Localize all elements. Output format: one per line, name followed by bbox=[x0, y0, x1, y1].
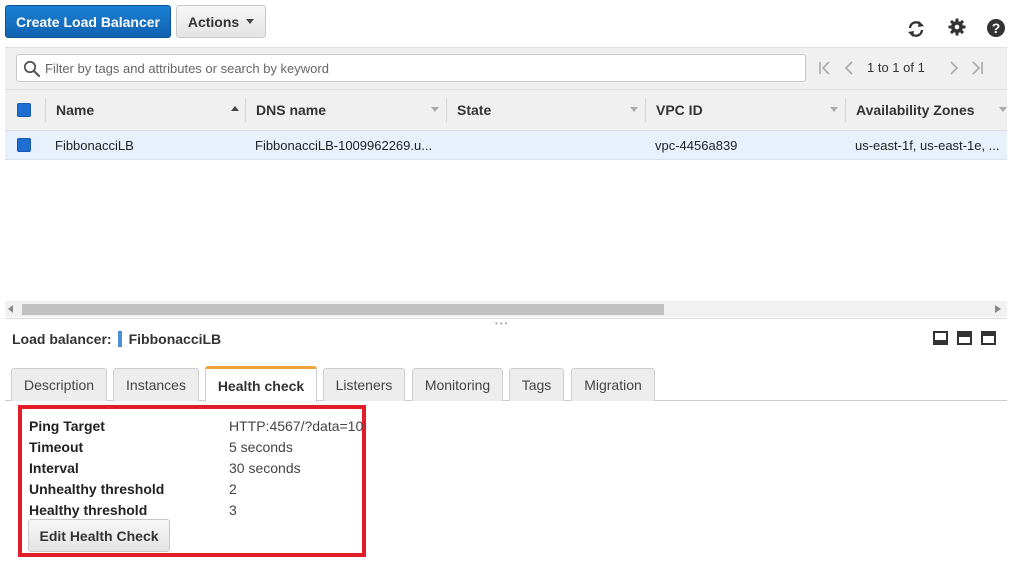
hc-label: Unhealthy threshold bbox=[29, 481, 165, 497]
column-header-state[interactable]: State bbox=[457, 90, 491, 130]
hc-value: 3 bbox=[229, 502, 237, 518]
table-row[interactable]: FibbonacciLB FibbonacciLB-1009962269.u..… bbox=[5, 131, 1007, 160]
cell-vpc-id: vpc-4456a839 bbox=[655, 137, 738, 153]
hc-value: HTTP:4567/?data=10 bbox=[229, 418, 364, 434]
health-check-row-unhealthy-threshold: Unhealthy threshold 2 bbox=[29, 479, 237, 499]
scrollbar-thumb[interactable] bbox=[22, 304, 664, 315]
health-check-row-healthy-threshold: Healthy threshold 3 bbox=[29, 500, 237, 520]
horizontal-scrollbar[interactable] bbox=[5, 301, 1007, 317]
sort-icon[interactable] bbox=[431, 107, 439, 112]
row-checkbox[interactable] bbox=[17, 131, 31, 159]
search-icon bbox=[23, 60, 41, 78]
toolbar: Create Load Balancer Actions ? bbox=[0, 0, 1013, 44]
hc-label: Ping Target bbox=[29, 418, 105, 434]
refresh-icon[interactable] bbox=[906, 19, 926, 39]
column-header-vpc-id[interactable]: VPC ID bbox=[656, 90, 703, 130]
hc-label: Timeout bbox=[29, 439, 84, 455]
cell-dns-name: FibbonacciLB-1009962269.u... bbox=[255, 137, 433, 153]
hc-value: 2 bbox=[229, 481, 237, 497]
sort-icon[interactable] bbox=[830, 107, 838, 112]
help-icon[interactable]: ? bbox=[986, 18, 1006, 38]
scroll-left-icon[interactable] bbox=[8, 305, 14, 313]
hc-value: 30 seconds bbox=[229, 460, 301, 476]
hc-label: Healthy threshold bbox=[29, 502, 148, 518]
cell-name: FibbonacciLB bbox=[55, 137, 134, 153]
previous-page-icon[interactable] bbox=[843, 58, 855, 78]
hc-value: 5 seconds bbox=[229, 439, 293, 455]
details-label: Load balancer: bbox=[12, 331, 112, 347]
tab-tags[interactable]: Tags bbox=[509, 368, 564, 401]
layout-bottom-icon[interactable] bbox=[933, 331, 948, 345]
tab-health-check[interactable]: Health check bbox=[205, 366, 317, 402]
tab-listeners[interactable]: Listeners bbox=[323, 368, 405, 401]
pagination-text: 1 to 1 of 1 bbox=[867, 60, 925, 75]
sort-ascending-icon[interactable] bbox=[231, 106, 239, 111]
first-page-icon[interactable] bbox=[818, 58, 832, 78]
tab-migration[interactable]: Migration bbox=[571, 368, 655, 401]
tab-monitoring[interactable]: Monitoring bbox=[412, 368, 503, 401]
column-header-availability-zones[interactable]: Availability Zones bbox=[856, 90, 975, 130]
pane-splitter[interactable]: ••• bbox=[5, 318, 1007, 328]
actions-button-label: Actions bbox=[187, 13, 240, 30]
next-page-icon[interactable] bbox=[948, 58, 960, 78]
details-title: Load balancer: FibbonacciLB bbox=[12, 330, 221, 348]
drag-handle-icon[interactable]: ••• bbox=[495, 319, 509, 328]
chevron-down-icon bbox=[246, 19, 255, 24]
hc-label: Interval bbox=[29, 460, 79, 476]
actions-button[interactable]: Actions bbox=[176, 5, 266, 38]
filter-bar: 1 to 1 of 1 bbox=[5, 47, 1007, 89]
scroll-right-icon[interactable] bbox=[995, 305, 1001, 313]
cell-state bbox=[457, 131, 637, 159]
create-load-balancer-button[interactable]: Create Load Balancer bbox=[5, 5, 171, 38]
sort-icon[interactable] bbox=[630, 107, 638, 112]
svg-text:?: ? bbox=[992, 20, 1001, 36]
select-all-checkbox[interactable] bbox=[17, 90, 31, 130]
health-check-row-ping-target: Ping Target HTTP:4567/?data=10 bbox=[29, 416, 363, 436]
selection-indicator bbox=[117, 331, 122, 347]
details-tabs: Description Instances Health check Liste… bbox=[5, 366, 1007, 402]
cell-availability-zones: us-east-1f, us-east-1e, ... bbox=[855, 137, 1000, 153]
layout-split-icon[interactable] bbox=[957, 331, 972, 345]
health-check-row-timeout: Timeout 5 seconds bbox=[29, 437, 293, 457]
last-page-icon[interactable] bbox=[970, 58, 984, 78]
layout-top-icon[interactable] bbox=[981, 331, 996, 345]
tab-instances[interactable]: Instances bbox=[113, 368, 199, 401]
health-check-panel: Ping Target HTTP:4567/?data=10 Timeout 5… bbox=[18, 405, 366, 557]
gear-icon[interactable] bbox=[947, 17, 967, 37]
column-header-name[interactable]: Name bbox=[56, 90, 94, 130]
table-header: Name DNS name State VPC ID Availability … bbox=[5, 89, 1007, 131]
search-box bbox=[16, 54, 806, 82]
column-header-dns-name[interactable]: DNS name bbox=[256, 90, 326, 130]
tab-description[interactable]: Description bbox=[11, 368, 107, 401]
search-input[interactable] bbox=[45, 55, 795, 81]
details-lb-name: FibbonacciLB bbox=[128, 331, 222, 347]
health-check-row-interval: Interval 30 seconds bbox=[29, 458, 301, 478]
edit-health-check-button[interactable]: Edit Health Check bbox=[28, 519, 170, 552]
sort-icon[interactable] bbox=[999, 107, 1007, 112]
